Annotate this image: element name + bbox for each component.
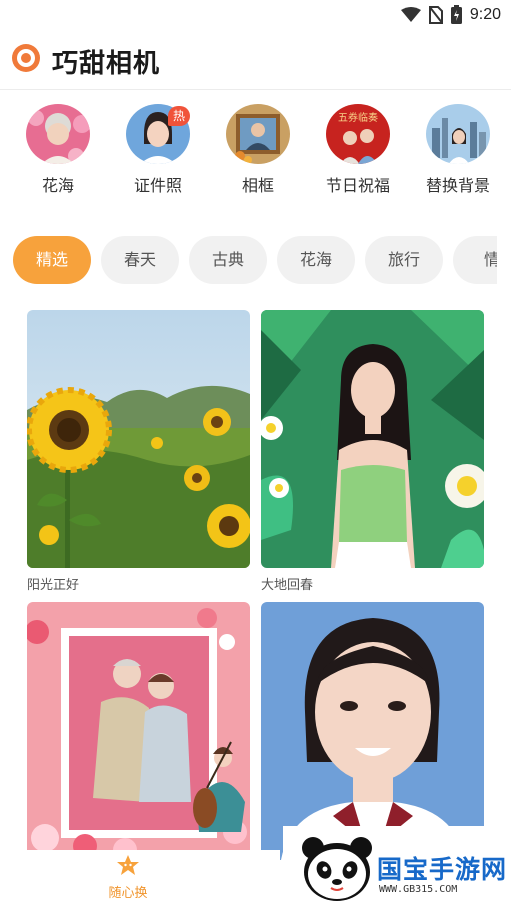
status-time: 9:20 — [469, 5, 501, 23]
template-card-frame[interactable] — [27, 602, 250, 866]
wifi-icon — [400, 6, 421, 22]
nav-swap-label: 随心换 — [108, 886, 148, 901]
sunflower-thumbnail — [27, 310, 250, 568]
status-bar: 9:20 — [0, 0, 511, 30]
star-icon — [117, 855, 139, 875]
nav-swap[interactable]: 随心换 — [100, 854, 156, 901]
watermark-text: 国宝手游网 — [377, 855, 508, 884]
category-label: 节日祝福 — [325, 176, 390, 195]
category-replace-background[interactable]: 替换背景 — [408, 104, 508, 196]
category-label: 相框 — [241, 176, 274, 195]
id-portrait-thumbnail — [261, 602, 484, 860]
couple-frame-thumbnail — [27, 602, 250, 860]
watermark-url: WWW.GB315.COM — [379, 884, 458, 895]
flower-portrait-icon — [26, 104, 90, 164]
spring-portrait-thumbnail — [261, 310, 484, 568]
category-label: 证件照 — [133, 176, 182, 195]
tab-partial[interactable]: 情 — [453, 236, 497, 284]
category-id-photo[interactable]: 热 证件照 — [108, 104, 208, 196]
app-logo-icon — [12, 44, 40, 72]
app-bar: 巧甜相机 — [0, 30, 511, 90]
category-row: 花海 热 证件照 相框 五券临奏 节日祝福 替换背景 — [8, 104, 508, 196]
tab-classic[interactable]: 古典 — [189, 236, 267, 284]
style-tabs: 精选 春天 古典 花海 旅行情 — [13, 236, 497, 286]
app-title: 巧甜相机 — [52, 49, 161, 79]
watermark: 国宝手游网 WWW.GB315.COM — [283, 826, 511, 908]
template-label: 阳光正好 — [27, 578, 80, 593]
category-photo-frame[interactable]: 相框 — [208, 104, 308, 196]
tab-travel[interactable]: 旅行 — [365, 236, 443, 284]
hot-badge: 热 — [168, 106, 190, 126]
category-flower-sea[interactable]: 花海 — [8, 104, 108, 196]
city-background-icon — [426, 104, 490, 164]
status-icons: 9:20 — [400, 5, 501, 24]
category-label: 花海 — [41, 176, 74, 195]
template-label: 大地回春 — [261, 578, 314, 593]
tab-flower-sea[interactable]: 花海 — [277, 236, 355, 284]
tab-featured[interactable]: 精选 — [13, 236, 91, 284]
template-card-spring[interactable]: 大地回春 — [261, 310, 484, 593]
category-festival[interactable]: 五券临奏 节日祝福 — [308, 104, 408, 196]
battery-icon — [450, 5, 462, 24]
bottom-nav: 随心换 — [0, 850, 280, 908]
photo-frame-icon — [226, 104, 290, 164]
template-card-sunflower[interactable]: 阳光正好 — [27, 310, 250, 593]
category-label: 替换背景 — [425, 176, 490, 195]
tab-spring[interactable]: 春天 — [101, 236, 179, 284]
no-sim-icon — [428, 5, 443, 24]
festival-banner-text: 五券临奏 — [338, 111, 378, 124]
festival-greeting-icon: 五券临奏 — [326, 104, 390, 164]
panda-logo-icon — [302, 837, 372, 901]
